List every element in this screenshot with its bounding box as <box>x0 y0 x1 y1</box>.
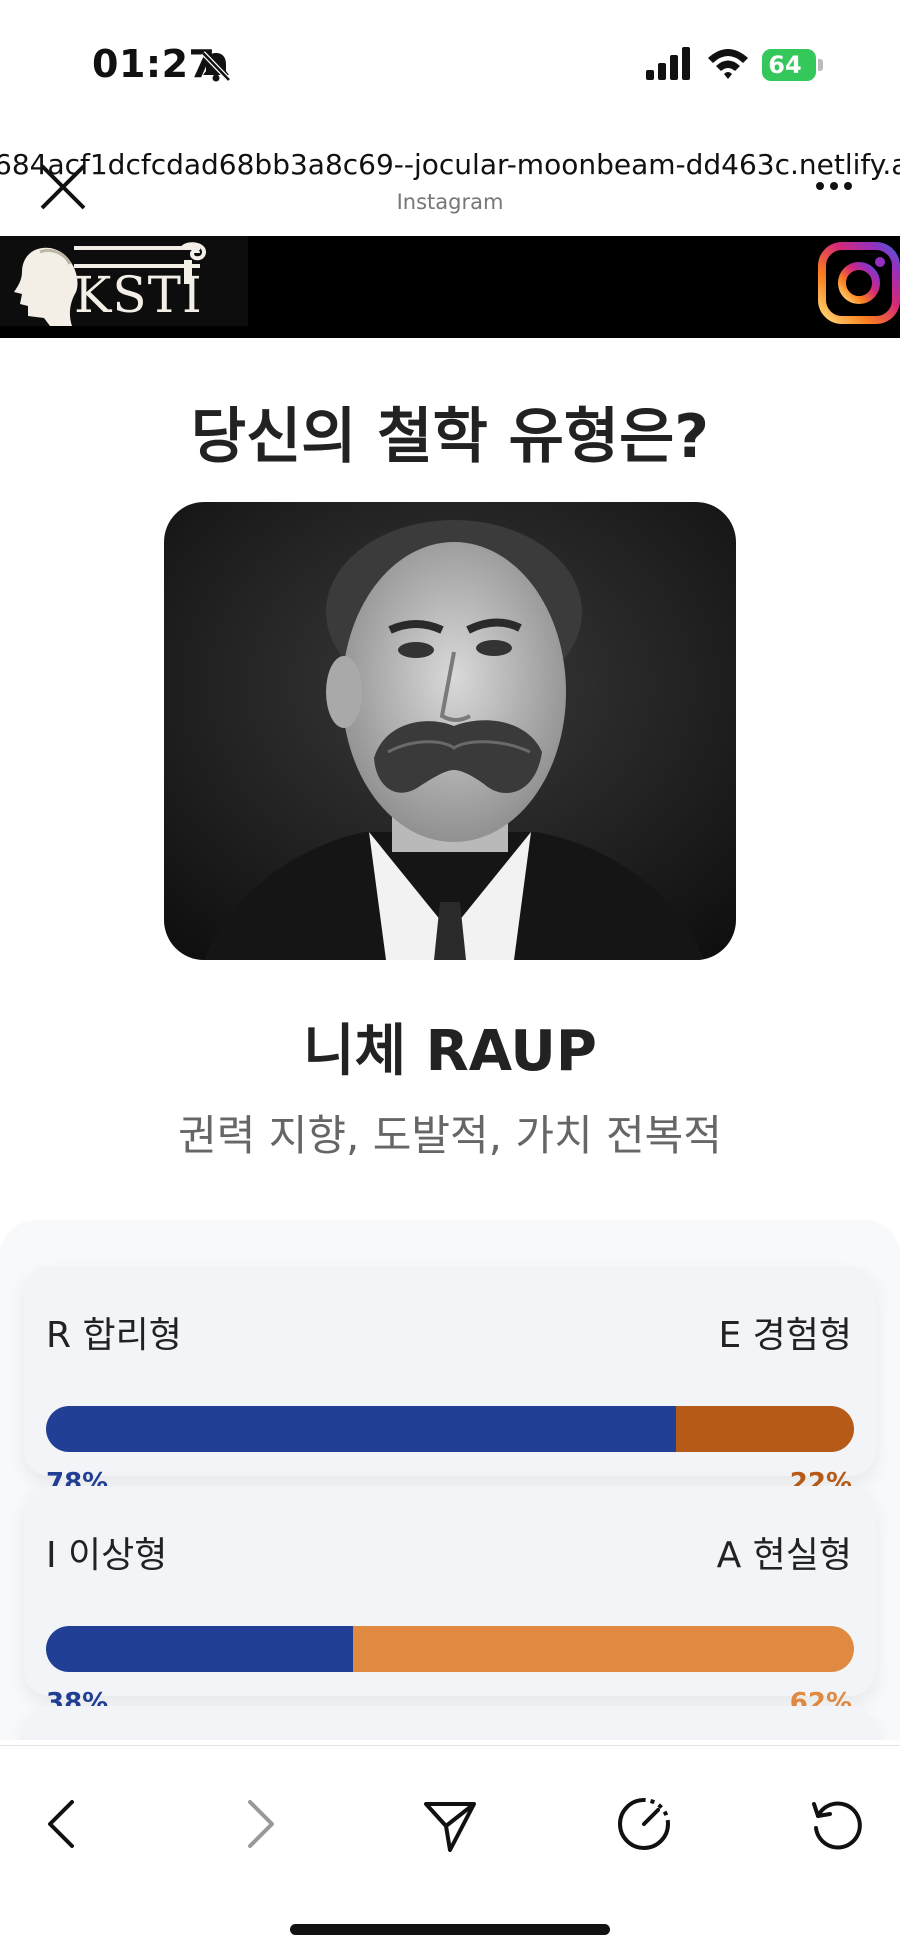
battery-level: 64 <box>768 51 802 79</box>
url-text[interactable]: 684acf1dcfcdad68bb3a8c69--jocular-moonbe… <box>0 148 900 181</box>
trait-bar-right <box>676 1406 854 1452</box>
reload-icon[interactable] <box>806 1794 866 1854</box>
site-name: Instagram <box>396 190 504 214</box>
trait-bar <box>46 1406 854 1452</box>
signal-icon <box>646 47 690 80</box>
site-logo[interactable]: KSTI <box>0 236 248 326</box>
share-icon[interactable] <box>420 1794 480 1854</box>
trait-bar-right <box>353 1626 854 1672</box>
trait-left-label: R 합리형 <box>46 1315 182 1356</box>
trait-card-ia: I 이상형 A 현실형 38% 62% <box>24 1486 876 1718</box>
trait-bar-left <box>46 1626 354 1672</box>
site-header: KSTI <box>0 236 900 338</box>
philosopher-head-icon <box>14 247 78 326</box>
more-icon[interactable] <box>814 180 854 192</box>
page-title: 당신의 철학 유형은? <box>190 402 710 472</box>
browser-toolbar <box>0 1745 900 1952</box>
back-icon[interactable] <box>34 1794 94 1854</box>
philosopher-portrait <box>164 502 736 960</box>
speed-icon[interactable] <box>614 1794 674 1854</box>
bell-off-icon <box>201 51 231 82</box>
trait-bar-left <box>46 1406 677 1452</box>
home-indicator <box>290 1924 610 1935</box>
trait-panel: R 합리형 E 경험형 78% 22% I 이상형 A 현실형 38% 62% <box>0 1220 900 1740</box>
result-name: 니체 RAUP <box>303 1019 597 1084</box>
trait-card-re: R 합리형 E 경험형 78% 22% <box>24 1266 876 1498</box>
forward-icon[interactable] <box>228 1794 288 1854</box>
battery-charging-icon: 64 <box>762 49 824 81</box>
instagram-icon[interactable] <box>818 242 900 324</box>
status-time: 01:27 <box>92 42 216 86</box>
trait-bar <box>46 1626 854 1672</box>
logo-text: KSTI <box>74 266 203 324</box>
wifi-icon <box>708 49 748 79</box>
trait-right-label: E 경험형 <box>718 1315 852 1356</box>
trait-right-label: A 현실형 <box>716 1535 852 1576</box>
result-description: 권력 지향, 도발적, 가치 전복적 <box>178 1111 722 1160</box>
status-bar: 01:27 64 <box>0 0 900 130</box>
trait-left-label: I 이상형 <box>46 1535 168 1576</box>
trait-card-partial <box>24 1706 876 1740</box>
